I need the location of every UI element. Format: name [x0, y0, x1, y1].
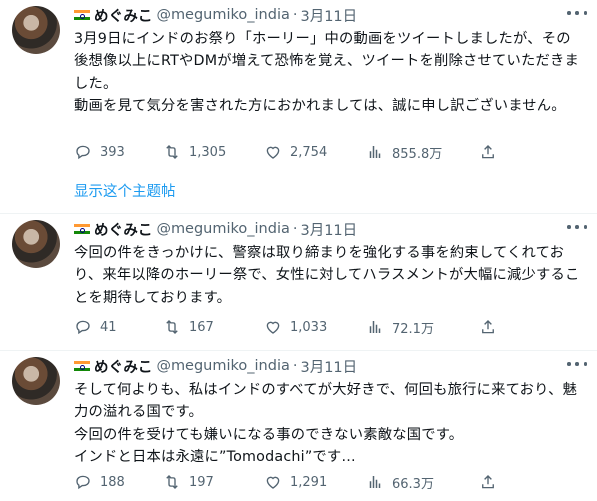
share-icon: [482, 475, 494, 489]
show-thread-link[interactable]: 显示这个主题帖: [74, 180, 176, 201]
tweet-actions: 188 197 1,291 66.3万: [74, 471, 585, 493]
tweet-content: めぐみこ @megumiko_india · 3月11日 今回の件をきっかけに、…: [74, 218, 585, 309]
views-icon: [369, 321, 381, 333]
like-count: 1,291: [290, 474, 328, 490]
views-button[interactable]: 72.1万: [366, 316, 434, 338]
avatar[interactable]: [12, 6, 60, 54]
reply-count: 188: [100, 474, 125, 490]
like-button[interactable]: 1,291: [264, 471, 327, 493]
tweet-text: 今回の件をきっかけに、警察は取り締まりを強化する事を約束してくれており、来年以降…: [74, 245, 580, 306]
retweet-icon: [166, 475, 178, 489]
share-button[interactable]: [479, 316, 505, 338]
reply-button[interactable]: 188: [74, 471, 125, 493]
tweet-content: めぐみこ @megumiko_india · 3月11日 3月9日にインドのお祭…: [74, 4, 585, 117]
tweet-header: めぐみこ @megumiko_india · 3月11日: [74, 4, 585, 26]
india-flag-icon: [74, 9, 90, 21]
like-icon: [266, 476, 280, 489]
india-flag-icon: [74, 360, 90, 372]
reply-count: 393: [100, 144, 125, 160]
tweet[interactable]: めぐみこ @megumiko_india · 3月11日 今回の件をきっかけに、…: [0, 214, 597, 351]
separator-dot: ·: [292, 358, 298, 374]
retweet-button[interactable]: 1,305: [163, 141, 226, 163]
like-icon: [266, 321, 280, 334]
author-name[interactable]: めぐみこ: [94, 5, 152, 26]
tweet[interactable]: めぐみこ @megumiko_india · 3月11日 3月9日にインドのお祭…: [0, 0, 597, 214]
tweet-actions: 41 167 1,033 72.1万: [74, 316, 585, 338]
author-name[interactable]: めぐみこ: [94, 356, 152, 377]
share-icon: [482, 145, 494, 159]
more-icon[interactable]: [567, 6, 587, 20]
retweet-icon: [166, 320, 178, 334]
like-button[interactable]: 2,754: [264, 141, 327, 163]
tweet-date[interactable]: 3月11日: [300, 356, 357, 377]
retweet-count: 1,305: [189, 144, 227, 160]
views-icon: [369, 146, 381, 158]
views-count: 72.1万: [392, 321, 434, 337]
views-icon: [369, 476, 381, 488]
views-count: 855.8万: [392, 146, 443, 162]
separator-dot: ·: [292, 221, 298, 237]
tweet-header: めぐみこ @megumiko_india · 3月11日: [74, 218, 585, 240]
tweet[interactable]: めぐみこ @megumiko_india · 3月11日 そして何よりも、私はイ…: [0, 351, 597, 501]
share-button[interactable]: [479, 471, 505, 493]
retweet-icon: [166, 145, 178, 159]
reply-icon: [76, 475, 90, 490]
author-name[interactable]: めぐみこ: [94, 219, 152, 240]
tweet-text: そして何よりも、私はインドのすべてが大好きで、何回も旅行に来ており、魅力の溢れる…: [74, 382, 578, 465]
avatar[interactable]: [12, 357, 60, 405]
reply-button[interactable]: 393: [74, 141, 125, 163]
reply-button[interactable]: 41: [74, 316, 117, 338]
author-handle[interactable]: @megumiko_india: [156, 358, 289, 374]
more-icon[interactable]: [567, 220, 587, 234]
tweet-content: めぐみこ @megumiko_india · 3月11日 そして何よりも、私はイ…: [74, 355, 585, 468]
retweet-count: 197: [189, 474, 214, 490]
separator-dot: ·: [292, 7, 298, 23]
avatar[interactable]: [12, 220, 60, 268]
views-button[interactable]: 855.8万: [366, 141, 442, 163]
like-button[interactable]: 1,033: [264, 316, 327, 338]
reply-icon: [76, 145, 90, 160]
reply-count: 41: [100, 319, 117, 335]
share-icon: [482, 320, 494, 334]
tweet-date[interactable]: 3月11日: [300, 5, 357, 26]
views-count: 66.3万: [392, 476, 434, 492]
like-count: 2,754: [290, 144, 328, 160]
author-handle[interactable]: @megumiko_india: [156, 7, 289, 23]
share-button[interactable]: [479, 141, 505, 163]
tweet-date[interactable]: 3月11日: [300, 219, 357, 240]
like-count: 1,033: [290, 319, 328, 335]
retweet-button[interactable]: 167: [163, 316, 214, 338]
india-flag-icon: [74, 223, 90, 235]
retweet-count: 167: [189, 319, 214, 335]
tweet-actions: 393 1,305 2,754 855.8万: [74, 141, 585, 163]
reply-icon: [76, 320, 90, 335]
author-handle[interactable]: @megumiko_india: [156, 221, 289, 237]
retweet-button[interactable]: 197: [163, 471, 214, 493]
views-button[interactable]: 66.3万: [366, 471, 434, 493]
tweet-header: めぐみこ @megumiko_india · 3月11日: [74, 355, 585, 377]
tweet-text: 3月9日にインドのお祭り「ホーリー」中の動画をツイートしましたが、その後想像以上…: [74, 31, 579, 114]
more-icon[interactable]: [567, 357, 587, 371]
like-icon: [266, 146, 280, 159]
